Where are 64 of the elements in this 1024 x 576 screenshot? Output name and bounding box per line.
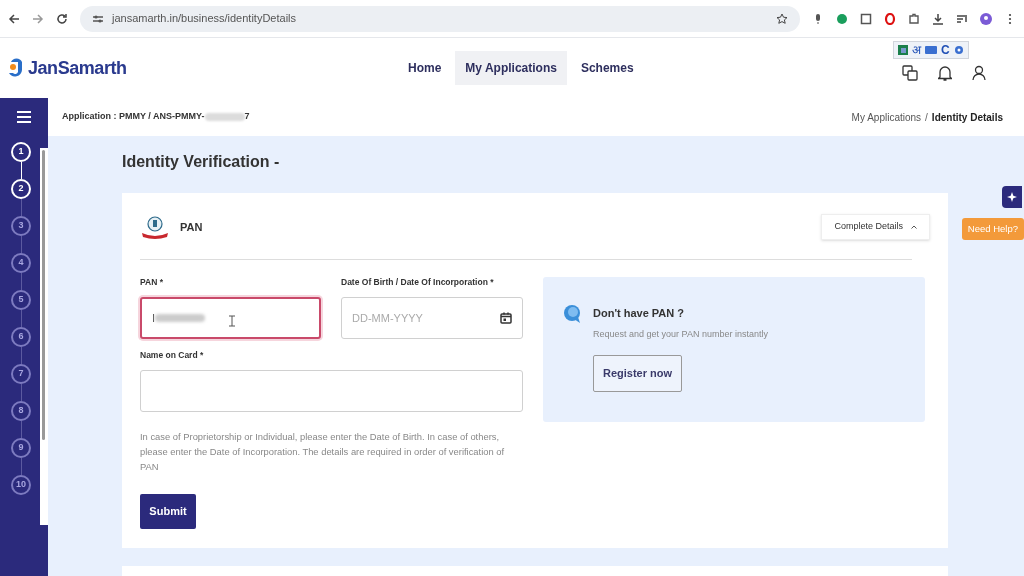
page-title: Identity Verification - <box>122 152 281 172</box>
step-number[interactable]: 3 <box>11 216 31 236</box>
reload-icon[interactable] <box>56 12 68 25</box>
media-icon[interactable] <box>956 12 968 25</box>
sparkle-icon <box>1007 192 1017 202</box>
forward-icon[interactable] <box>32 12 44 25</box>
field-label: Name on Card * <box>140 348 205 362</box>
site-settings-icon <box>92 13 104 24</box>
profile-avatar-icon[interactable] <box>980 12 992 25</box>
redacted-text <box>155 313 206 322</box>
emblem-icon <box>140 215 170 239</box>
submit-button[interactable]: Submit <box>140 493 196 529</box>
field-label: Date Of Birth / Date Of Incorporation * <box>341 276 495 289</box>
card-title: PAN <box>180 219 203 235</box>
info-title: Don't have PAN ? <box>593 306 686 321</box>
help-note: In case of Proprietorship or Individual, please enter the Date of Birth. In case of others, please enter the Date of Incorporation. The details are required in order of verification of PAN <box>140 429 506 474</box>
circle-extension-icon[interactable] <box>836 12 848 25</box>
step-number[interactable]: 10 <box>11 475 31 495</box>
address-bar[interactable]: jansamarth.in/business/identityDetails <box>80 5 800 32</box>
field-value: I <box>152 310 156 326</box>
field-placeholder: DD-MM-YYYY <box>352 310 424 326</box>
complete-details-toggle[interactable]: Complete Details <box>821 214 930 240</box>
mode-letter[interactable]: C <box>941 44 950 56</box>
logo-text: JanSamarth <box>28 56 127 80</box>
puzzle-icon[interactable] <box>908 12 920 25</box>
step-number[interactable]: 2 <box>11 179 31 199</box>
translate-icon[interactable] <box>902 65 918 81</box>
question-bubble-icon <box>563 303 583 325</box>
field-label: PAN * <box>140 276 164 289</box>
back-icon[interactable] <box>8 12 20 25</box>
redacted-text <box>204 113 245 121</box>
step-number[interactable]: 1 <box>11 142 31 162</box>
ring-extension-icon[interactable] <box>884 12 896 25</box>
square-extension-icon[interactable] <box>860 12 872 25</box>
input-field[interactable]: I <box>140 296 321 339</box>
nav-tab[interactable]: Home <box>398 51 452 85</box>
breadcrumb-link[interactable]: My Applications <box>851 109 922 125</box>
step-number[interactable]: 4 <box>11 253 31 273</box>
step-number[interactable]: 9 <box>11 438 31 458</box>
scrollbar[interactable] <box>40 148 48 525</box>
application-id-end: 7 <box>244 110 250 124</box>
nav-tab[interactable]: My Applications <box>455 51 567 85</box>
step-number[interactable]: 6 <box>11 327 31 347</box>
star-icon[interactable] <box>776 12 788 25</box>
step-number[interactable]: 5 <box>11 290 31 310</box>
nav-tab[interactable]: Schemes <box>570 51 644 85</box>
application-id: Application : PMMY / ANS-PMMY- <box>62 110 205 124</box>
language-letter[interactable]: अ <box>912 44 921 56</box>
settings-icon[interactable] <box>953 45 964 55</box>
logo-icon <box>898 45 908 55</box>
breadcrumb-separator: / <box>925 110 928 125</box>
register-now-button[interactable]: Register now <box>593 355 682 392</box>
caret-up-icon <box>911 225 917 229</box>
info-text: Request and get your PAN number instantly <box>593 327 768 341</box>
step-number[interactable]: 7 <box>11 364 31 384</box>
menu-icon <box>17 111 31 123</box>
url-text: jansamarth.in/business/identityDetails <box>112 11 298 27</box>
assistant-button[interactable] <box>1002 186 1022 208</box>
notification-bell-icon[interactable] <box>938 65 952 81</box>
user-icon[interactable] <box>972 65 986 81</box>
download-icon[interactable] <box>932 12 944 25</box>
step-number[interactable]: 8 <box>11 401 31 421</box>
text-cursor-icon <box>229 314 235 327</box>
calendar-icon[interactable] <box>500 311 512 324</box>
